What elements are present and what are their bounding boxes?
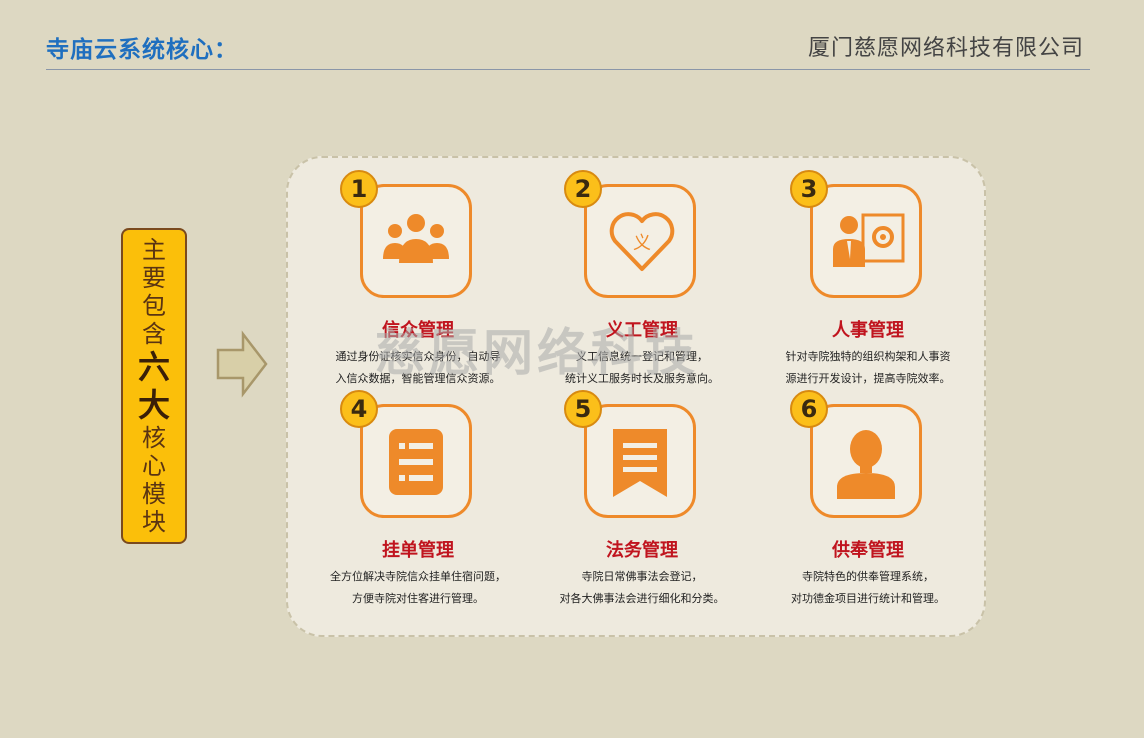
heart-icon: 义 — [609, 212, 675, 271]
side-label-char: 核 — [142, 424, 166, 452]
module-desc-line: 源进行开发设计，提高寺院效率。 — [785, 372, 951, 385]
module-number-badge: 4 — [340, 390, 378, 428]
watermark: 慈愿网络科技 — [375, 324, 699, 382]
module-description: 针对寺院独特的组织构架和人事资 源进行开发设计，提高寺院效率。 — [748, 346, 988, 390]
module-name: 人事管理 — [832, 320, 904, 341]
side-label-char: 大 — [137, 386, 170, 424]
arrow-right-icon — [216, 330, 268, 398]
page-title: 寺庙云系统核心： — [46, 37, 238, 63]
module-desc-line: 对功德金项目进行统计和管理。 — [791, 592, 945, 605]
module-icon-box — [584, 404, 696, 518]
person-gear-icon — [833, 213, 905, 267]
module-icon-box — [810, 404, 922, 518]
side-label-big: 六大 — [138, 348, 170, 424]
side-label-char: 主 — [142, 236, 166, 264]
people-group-icon — [383, 214, 449, 263]
side-label-char: 模 — [142, 480, 166, 508]
module-name: 供奉管理 — [832, 540, 904, 561]
side-label-char: 含 — [142, 320, 166, 348]
module-icon-box — [360, 404, 472, 518]
module-number-badge: 3 — [790, 170, 828, 208]
module-icon-box: 义 — [584, 184, 696, 298]
module-icon-box — [360, 184, 472, 298]
side-label-char: 要 — [142, 264, 166, 292]
header-divider — [46, 69, 1090, 70]
module-number-badge: 6 — [790, 390, 828, 428]
side-label-char: 包 — [142, 292, 166, 320]
module-number-badge: 5 — [564, 390, 602, 428]
person-silhouette-icon — [837, 430, 895, 499]
side-label-line1: 主要包含 — [142, 236, 166, 348]
module-name: 挂单管理 — [382, 540, 454, 561]
side-label-line2: 核心模块 — [142, 424, 166, 536]
modules-panel: 1 信众管理 通过身份证核实信众身份，自动导 入信众数据，智能管理信众资源。 义… — [286, 156, 986, 637]
side-label-char: 六 — [137, 348, 170, 386]
core-modules-label: 主要包含 六大 核心模块 — [121, 228, 187, 544]
list-document-icon — [389, 429, 443, 495]
svg-text:义: 义 — [633, 233, 651, 254]
module-name: 法务管理 — [606, 540, 678, 561]
module-number-badge: 2 — [564, 170, 602, 208]
module-desc-line: 寺院日常佛事法会登记， — [581, 570, 703, 583]
side-label-char: 心 — [142, 452, 166, 480]
bookmark-icon — [613, 429, 667, 497]
module-desc-line: 针对寺院独特的组织构架和人事资 — [785, 350, 951, 363]
module-desc-line: 全方位解决寺院信众挂单住宿问题， — [330, 570, 506, 583]
module-description: 寺院日常佛事法会登记， 对各大佛事法会进行细化和分类。 — [522, 566, 762, 610]
module-desc-line: 对各大佛事法会进行细化和分类。 — [559, 592, 725, 605]
module-number-badge: 1 — [340, 170, 378, 208]
module-desc-line: 寺院特色的供奉管理系统， — [802, 570, 934, 583]
module-description: 寺院特色的供奉管理系统， 对功德金项目进行统计和管理。 — [748, 566, 988, 610]
side-label-char: 块 — [142, 508, 166, 536]
module-desc-line: 方便寺院对住客进行管理。 — [352, 592, 484, 605]
company-name: 厦门慈愿网络科技有限公司 — [807, 36, 1084, 61]
module-description: 全方位解决寺院信众挂单住宿问题， 方便寺院对住客进行管理。 — [298, 566, 538, 610]
module-icon-box — [810, 184, 922, 298]
